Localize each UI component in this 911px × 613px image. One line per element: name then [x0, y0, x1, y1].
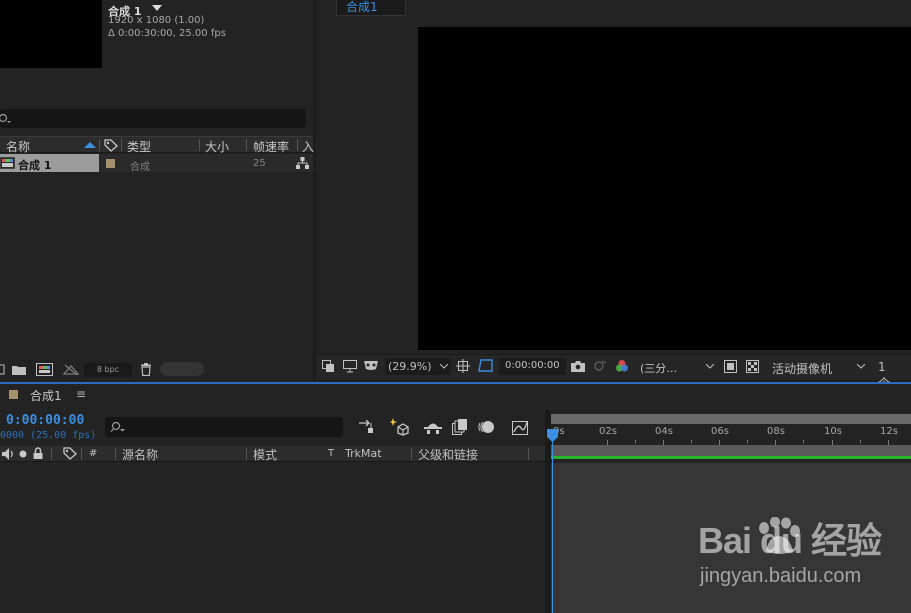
- column-framerate[interactable]: 帧速率: [253, 138, 289, 155]
- label-tag-icon[interactable]: [104, 139, 118, 152]
- flowchart-icon[interactable]: [296, 157, 309, 169]
- new-composition-icon[interactable]: [36, 363, 53, 376]
- camera-dropdown[interactable]: 活动摄像机: [766, 358, 870, 376]
- item-name: 合成 1: [18, 159, 52, 172]
- chevron-down-icon: [440, 364, 448, 369]
- views-dropdown[interactable]: 1 个…: [873, 358, 911, 390]
- lock-icon[interactable]: [33, 447, 43, 460]
- layer-list-area[interactable]: [0, 463, 545, 613]
- project-search-input[interactable]: [0, 109, 306, 128]
- search-icon: [0, 113, 11, 123]
- panel-menu-icon[interactable]: ≡: [76, 387, 86, 401]
- frame-count-display: 0000 (25.00 fps): [0, 430, 97, 441]
- watermark-url: jingyan.baidu.com: [700, 565, 862, 587]
- item-framerate: 25: [253, 158, 266, 169]
- item-type: 合成: [130, 162, 150, 173]
- layer-column-header: # 源名称 模式 T TrkMat 父级和链接: [0, 446, 545, 462]
- viewer-timecode: 0:00:00:00: [505, 360, 560, 371]
- column-type[interactable]: 类型: [127, 138, 151, 155]
- column-t: T: [328, 448, 335, 459]
- resolution-grid-icon[interactable]: [456, 359, 470, 373]
- column-layer-number: #: [89, 448, 98, 459]
- search-icon: [110, 421, 125, 432]
- viewer-toolbar: (29.9%) 0:00:00:00 (三分… 活动摄像机 1: [316, 354, 911, 390]
- current-time-display[interactable]: 0:00:00:00: [6, 413, 84, 428]
- composition-icon: [0, 157, 15, 169]
- column-in[interactable]: 入: [302, 138, 314, 155]
- camera-value: 活动摄像机: [772, 362, 833, 376]
- show-snapshot-icon[interactable]: [593, 359, 607, 373]
- project-settings-icon[interactable]: [62, 363, 80, 376]
- column-source-name[interactable]: 源名称: [122, 446, 158, 463]
- camera-snapshot-icon[interactable]: [571, 360, 585, 372]
- project-item-row[interactable]: 合成 1 合成 25: [0, 154, 313, 173]
- project-footer: 8 bpc: [0, 360, 313, 380]
- ruler-label-02s: 02s: [599, 426, 617, 437]
- comp-duration: Δ 0:00:30:00, 25.00 fps: [108, 28, 226, 39]
- hide-shy-layers-icon[interactable]: [424, 420, 442, 434]
- chevron-down-icon: [857, 364, 865, 369]
- comp-thumbnail: [0, 0, 102, 68]
- draft-3d-icon[interactable]: [390, 418, 410, 436]
- audio-speaker-icon[interactable]: [2, 448, 15, 460]
- always-preview-icon[interactable]: [322, 360, 335, 373]
- current-time-indicator-head[interactable]: [547, 429, 558, 443]
- transparency-grid-icon[interactable]: [746, 360, 759, 373]
- column-mode[interactable]: 模式: [253, 446, 277, 463]
- project-scrollbar[interactable]: [160, 362, 204, 376]
- ruler-label-06s: 06s: [711, 426, 729, 437]
- ruler-label-08s: 08s: [767, 426, 785, 437]
- column-size[interactable]: 大小: [205, 138, 229, 155]
- region-of-interest-icon[interactable]: [478, 359, 493, 373]
- label-color-swatch[interactable]: [106, 159, 115, 168]
- solo-dot-icon[interactable]: [19, 450, 27, 458]
- tab-timeline-comp[interactable]: 合成1: [30, 387, 62, 404]
- watermark-brand: Bai du 经验: [698, 520, 882, 561]
- new-folder-icon[interactable]: [12, 364, 27, 376]
- column-parent-link[interactable]: 父级和链接: [418, 446, 478, 463]
- composition-mini-flowchart-icon[interactable]: [358, 420, 376, 434]
- current-time-indicator-line[interactable]: [552, 430, 553, 613]
- sort-ascending-icon[interactable]: [84, 142, 96, 148]
- column-trkmat[interactable]: TrkMat: [345, 447, 382, 460]
- graph-editor-icon[interactable]: [512, 419, 529, 435]
- channel-rgb-icon[interactable]: [615, 359, 629, 373]
- dropdown-arrow-icon[interactable]: [152, 5, 162, 12]
- monitor-icon[interactable]: [343, 360, 357, 373]
- label-tag-icon[interactable]: [63, 447, 77, 460]
- work-area-bar[interactable]: [551, 414, 911, 424]
- bit-depth-button[interactable]: 8 bpc: [84, 363, 132, 377]
- frame-blending-icon[interactable]: [452, 419, 468, 435]
- current-time-field[interactable]: 0:00:00:00: [499, 358, 566, 375]
- zoom-dropdown[interactable]: (29.9%): [385, 358, 451, 375]
- trash-icon[interactable]: [140, 363, 152, 376]
- column-name[interactable]: 名称: [6, 138, 30, 155]
- comp-label-swatch: [9, 390, 18, 399]
- zoom-value: (29.9%): [388, 360, 432, 373]
- ruler-label-10s: 10s: [824, 426, 842, 437]
- composition-viewer: 合成1 (29.9%) 0:00:00:00 (三分… 活动摄像机 1: [316, 0, 911, 390]
- resolution-value: (三分…: [640, 362, 678, 375]
- interpret-footage-icon[interactable]: [0, 364, 5, 376]
- motion-blur-icon[interactable]: [478, 419, 495, 435]
- ruler-label-04s: 04s: [655, 426, 673, 437]
- mask-visibility-icon[interactable]: [363, 360, 379, 372]
- fast-previews-icon[interactable]: [724, 360, 737, 373]
- composition-canvas[interactable]: [418, 27, 911, 350]
- resolution-dropdown[interactable]: (三分…: [636, 358, 718, 375]
- project-panel: 合成 1 1920 x 1080 (1.00) Δ 0:00:30:00, 25…: [0, 0, 314, 381]
- timeline-search-input[interactable]: [105, 417, 343, 437]
- chevron-down-icon: [706, 364, 714, 369]
- item-name-cell[interactable]: 合成 1: [0, 154, 99, 172]
- comp-size: 1920 x 1080 (1.00): [108, 15, 205, 26]
- tab-composition[interactable]: 合成1: [336, 0, 406, 16]
- project-column-header: 名称 类型 大小 帧速率 入: [0, 136, 314, 155]
- ruler-label-12s: 12s: [880, 426, 898, 437]
- baidu-jingyan-watermark: Bai du 经验 jingyan.baidu.com: [698, 512, 882, 592]
- composition-duration-bar[interactable]: [551, 445, 911, 459]
